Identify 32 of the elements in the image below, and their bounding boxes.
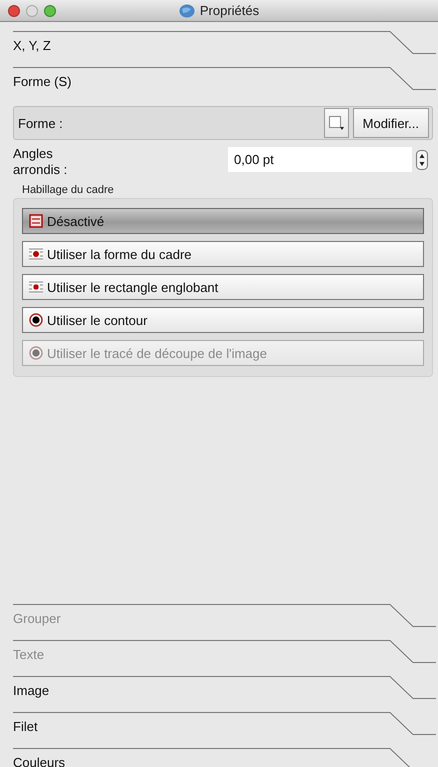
option-label: Utiliser le rectangle englobant	[47, 280, 218, 294]
rounded-corners-label: Angles arrondis :	[13, 146, 68, 178]
section-header[interactable]: Forme (S)	[0, 66, 438, 102]
shape-swatch-icon	[328, 116, 344, 130]
frame-icon	[29, 214, 43, 228]
group-title: Habillage du cadre	[22, 184, 115, 196]
wrap-option[interactable]: Utiliser la forme du cadre	[22, 241, 424, 267]
option-label: Désactivé	[47, 214, 104, 228]
clip-path-icon	[29, 346, 43, 360]
section-header[interactable]: Couleurs	[0, 747, 438, 767]
option-label: Utiliser la forme du cadre	[47, 246, 192, 262]
section-header[interactable]: Image	[0, 675, 438, 711]
option-label: Utiliser le tracé de découpe de l'image	[47, 346, 267, 360]
globe-icon	[178, 4, 195, 18]
minimize-button[interactable]	[26, 5, 38, 17]
wrap-rectangle-icon	[29, 280, 43, 294]
close-button[interactable]	[8, 5, 20, 17]
section-header[interactable]: Filet	[0, 711, 438, 747]
stepper-icon[interactable]	[416, 150, 428, 170]
wrap-option[interactable]: Utiliser le contour	[22, 307, 424, 333]
contour-icon	[29, 313, 43, 327]
section-header[interactable]: X, Y, Z	[0, 30, 438, 66]
modify-button[interactable]: Modifier...	[352, 108, 429, 138]
window-title: Propriétés	[200, 3, 260, 18]
shape-label: Forme :	[18, 116, 64, 130]
wrap-shape-icon	[29, 247, 43, 261]
option-label: Utiliser le contour	[47, 312, 148, 328]
wrap-option[interactable]: Utiliser le rectangle englobant	[22, 274, 424, 300]
rounded-corners-field[interactable]: 0,00 pt	[228, 147, 412, 172]
shape-picker[interactable]	[324, 108, 349, 138]
wrap-option[interactable]: Désactivé	[22, 208, 424, 234]
zoom-button[interactable]	[44, 5, 56, 17]
